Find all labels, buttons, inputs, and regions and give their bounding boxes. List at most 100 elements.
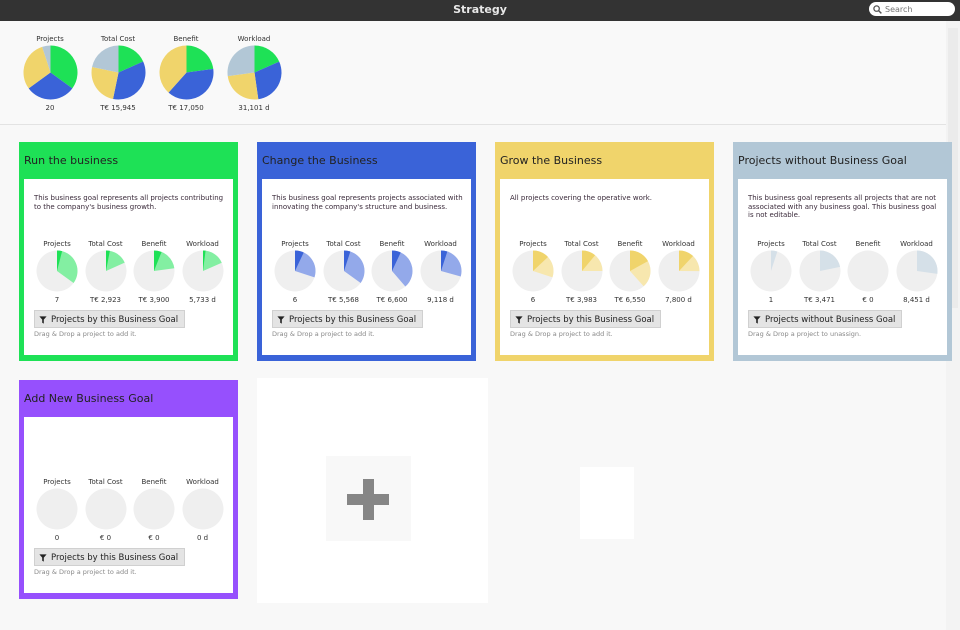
goal-metric: Benefit € 0 [130, 478, 178, 542]
summary-projects: Projects 20 [16, 35, 84, 112]
filter-projects-button[interactable]: Projects without Business Goal [748, 310, 903, 328]
goal-title[interactable]: Grow the Business [495, 142, 714, 178]
goal-metric: Projects 1 [747, 240, 795, 304]
metric-label: Benefit [141, 478, 167, 486]
goal-title[interactable]: Change the Business [257, 142, 476, 178]
goal-description: This business goal represents all projec… [748, 194, 937, 220]
goal-metric: Workload 5,733 d [179, 240, 227, 304]
goal-metric: Benefit T€ 6,550 [606, 240, 654, 304]
goal-card-change[interactable]: Change the Business This business goal r… [257, 142, 476, 361]
summary-total-cost: Total Cost T€ 15,945 [84, 35, 152, 112]
drop-placeholder [580, 467, 634, 539]
goal-metric: Projects 6 [271, 240, 319, 304]
metric-pie [609, 250, 651, 292]
goal-body: This business goal represents all projec… [738, 179, 947, 355]
add-business-goal-card[interactable] [257, 378, 488, 603]
goal-metric: Total Cost T€ 3,471 [796, 240, 844, 304]
metric-label: Benefit [617, 240, 643, 248]
metric-value: T€ 6,550 [614, 296, 646, 304]
goal-metric: Projects 6 [509, 240, 557, 304]
goal-title[interactable]: Projects without Business Goal [733, 142, 952, 178]
metric-pie [512, 250, 554, 292]
goal-body: This business goal represents projects a… [262, 179, 471, 355]
filter-projects-button[interactable]: Projects by this Business Goal [510, 310, 662, 328]
metric-label: Workload [424, 240, 457, 248]
drag-drop-hint: Drag & Drop a project to add it. [34, 330, 137, 338]
filter-projects-button[interactable]: Projects by this Business Goal [272, 310, 424, 328]
goal-metrics: Projects 6 Total Cost T€ 5,568 Benefit T€ 6,6… [271, 240, 465, 310]
metric-value: 7,800 d [665, 296, 692, 304]
goal-metric: Total Cost T€ 5,568 [320, 240, 368, 304]
pie-slice-none [227, 45, 254, 77]
metric-label: Total Cost [88, 240, 123, 248]
search-icon [873, 4, 882, 14]
goal-card-new[interactable]: Add New Business Goal Projects 0 Total Cos… [19, 380, 238, 599]
goal-metric: Benefit € 0 [844, 240, 892, 304]
metric-pie [560, 250, 602, 292]
metric-pie [84, 250, 126, 292]
summary-benefit: Benefit T€ 17,050 [152, 35, 220, 112]
metric-label: Workload [186, 478, 219, 486]
pie-slice-share [916, 250, 937, 274]
filter-icon [753, 316, 761, 324]
filter-projects-button[interactable]: Projects by this Business Goal [34, 310, 186, 328]
filter-button-label: Projects without Business Goal [765, 315, 896, 325]
plus-icon [363, 479, 374, 520]
goal-metric: Workload 8,451 d [893, 240, 941, 304]
metric-pie [274, 250, 316, 292]
metric-value: 6 [292, 296, 298, 304]
goal-card-run[interactable]: Run the business This business goal repr… [19, 142, 238, 361]
summary-value: T€ 17,050 [168, 104, 204, 112]
metric-value: 9,118 d [427, 296, 454, 304]
metric-value: T€ 5,568 [328, 296, 359, 304]
summary-workload: Workload 31,101 d [220, 35, 288, 112]
filter-icon [39, 316, 47, 324]
metric-label: Projects [43, 478, 71, 486]
goal-metric: Projects 7 [33, 240, 81, 304]
metric-value: 5,733 d [189, 296, 216, 304]
pie-background [84, 488, 126, 530]
metric-pie [371, 250, 413, 292]
metric-pie [36, 488, 78, 530]
goal-title[interactable]: Add New Business Goal [19, 380, 238, 416]
metric-pie [84, 488, 126, 530]
metric-value: € 0 [99, 534, 112, 542]
pie-background [750, 250, 792, 292]
goal-title[interactable]: Run the business [19, 142, 238, 178]
metric-label: Projects [281, 240, 309, 248]
metric-pie [750, 250, 792, 292]
goal-card-none[interactable]: Projects without Business Goal This busi… [733, 142, 952, 361]
summary-pie [159, 45, 213, 100]
metric-label: Workload [662, 240, 695, 248]
metric-pie [895, 250, 937, 292]
metric-label: Total Cost [802, 240, 837, 248]
strategy-summary: Projects 20 Total Cost T€ 15,945 Benefit… [0, 21, 946, 125]
goal-metric: Workload 9,118 d [417, 240, 465, 304]
metric-value: 1 [768, 296, 774, 304]
search-box[interactable] [869, 2, 955, 16]
goal-metric: Total Cost € 0 [82, 478, 130, 542]
metric-label: Projects [757, 240, 785, 248]
goal-card-grow[interactable]: Grow the Business All projects covering … [495, 142, 714, 361]
drag-drop-hint: Drag & Drop a project to add it. [34, 568, 137, 576]
summary-pie [90, 45, 145, 100]
summary-value: 20 [45, 104, 55, 112]
goal-metrics: Projects 6 Total Cost T€ 3,983 Benefit T€ 6,5… [509, 240, 703, 310]
summary-pie [23, 45, 77, 100]
pie-background [133, 488, 175, 530]
metric-value: € 0 [862, 296, 874, 304]
search-input[interactable] [882, 3, 952, 15]
filter-icon [277, 316, 285, 324]
drag-drop-hint: Drag & Drop a project to add it. [510, 330, 613, 338]
filter-projects-button[interactable]: Projects by this Business Goal [34, 548, 186, 566]
metric-value: 6 [530, 296, 536, 304]
metric-label: Benefit [379, 240, 405, 248]
metric-pie [322, 250, 364, 292]
goal-body: This business goal represents all projec… [24, 179, 233, 355]
filter-button-label: Projects by this Business Goal [289, 315, 417, 325]
goal-body: Projects 0 Total Cost € 0 Benefit € 0 Workload… [24, 417, 233, 593]
metric-pie [657, 250, 699, 292]
add-goal-button[interactable] [326, 456, 411, 541]
metric-pie [181, 488, 223, 530]
metric-value: T€ 6,600 [376, 296, 408, 304]
